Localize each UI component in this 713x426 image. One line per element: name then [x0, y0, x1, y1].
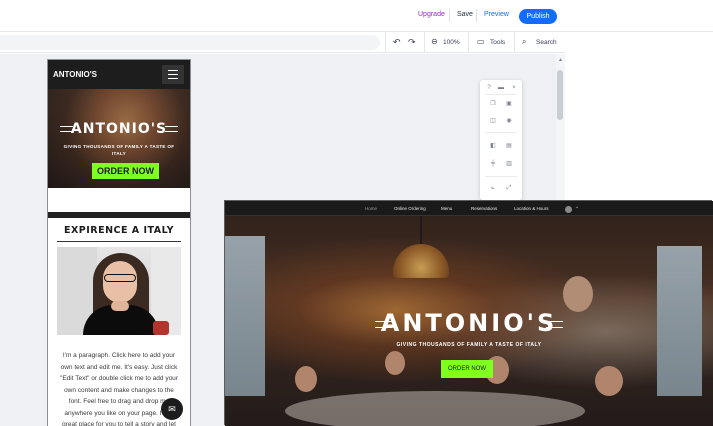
divider: [385, 32, 386, 53]
chat-icon[interactable]: ✉: [161, 398, 183, 420]
tools-button[interactable]: Tools: [490, 38, 505, 48]
mobile-hero: ANTONIO'S GIVING THOUSANDS OF FAMILY A T…: [48, 89, 190, 188]
divider: [57, 241, 181, 242]
url-field[interactable]: [0, 35, 380, 50]
copy-icon[interactable]: ❐: [488, 100, 498, 108]
arrange-icon[interactable]: ◧: [488, 142, 498, 150]
preview-button[interactable]: Preview: [484, 9, 509, 21]
nav-location-hours[interactable]: Location & Hours: [514, 205, 549, 212]
duplicate-icon[interactable]: ◫: [488, 117, 498, 125]
tools-icon[interactable]: ▭: [477, 36, 485, 48]
mobile-preview[interactable]: ANTONIO'S ANTONIO'S GIVING THOUSANDS OF …: [48, 60, 190, 426]
tool-panel: ? ▬ × ❐ ▣ ◫ ◉ ◧ ▤ ╪ ▥ ⟀ ⤢: [480, 80, 522, 200]
top-bar: Upgrade Save Preview Publish: [0, 0, 713, 32]
nav-reservations[interactable]: Reservations: [471, 205, 497, 212]
hamburger-menu-icon[interactable]: [162, 65, 184, 84]
divider: [468, 32, 469, 53]
nav-menu[interactable]: Menu: [441, 205, 452, 212]
zoom-level[interactable]: 100%: [443, 38, 460, 48]
chef-photo[interactable]: [57, 247, 181, 335]
divider: [476, 9, 477, 22]
order-now-button[interactable]: ORDER NOW: [92, 163, 159, 179]
redo-icon[interactable]: ↷: [408, 36, 416, 48]
help-icon[interactable]: ?: [484, 84, 494, 92]
chevron-down-icon[interactable]: ⌄: [575, 204, 579, 210]
desktop-hero: ANTONIO'S GIVING THOUSANDS OF FAMILY A T…: [225, 216, 713, 426]
hide-icon[interactable]: ◉: [504, 117, 514, 125]
dark-band: [48, 212, 190, 218]
hero-subtitle: GIVING THOUSANDS OF FAMILY A TASTE OF IT…: [396, 342, 542, 348]
divider: [514, 32, 515, 53]
paste-icon[interactable]: ▣: [504, 100, 514, 108]
group-icon[interactable]: ▤: [504, 142, 514, 150]
scroll-up-icon[interactable]: ▲: [558, 57, 563, 63]
publish-button[interactable]: Publish: [519, 9, 557, 24]
desktop-nav: Home Online Ordering Menu Reservations L…: [225, 201, 713, 216]
drag-handle-icon[interactable]: ▬: [496, 84, 506, 92]
section-title: EXPIRENCE A ITALY: [63, 225, 175, 236]
undo-icon[interactable]: ↶: [393, 36, 401, 48]
distribute-icon[interactable]: ▥: [504, 160, 514, 168]
rotate-icon[interactable]: ⟀: [488, 184, 498, 192]
divider: [424, 32, 425, 53]
search-icon[interactable]: ⌕: [522, 36, 526, 48]
save-button[interactable]: Save: [457, 9, 473, 21]
search-button[interactable]: Search: [536, 38, 557, 48]
align-icon[interactable]: ╪: [488, 160, 498, 168]
close-icon[interactable]: ×: [509, 84, 519, 92]
user-avatar-icon[interactable]: [565, 206, 572, 213]
hero-title: ANTONIO'S: [380, 309, 558, 337]
divider: [449, 9, 450, 22]
mobile-header: ANTONIO'S: [48, 60, 190, 89]
site-logo[interactable]: ANTONIO'S: [53, 69, 97, 80]
order-now-button[interactable]: ORDER NOW: [441, 360, 493, 378]
upgrade-link[interactable]: Upgrade: [418, 9, 445, 21]
decorative-lines-icon: [546, 321, 563, 328]
nav-home[interactable]: Home: [365, 205, 377, 212]
size-icon[interactable]: ⤢: [504, 184, 514, 192]
scrollbar-thumb[interactable]: [557, 70, 563, 120]
zoom-out-icon[interactable]: ⊖: [431, 36, 438, 48]
nav-online-ordering[interactable]: Online Ordering: [394, 205, 426, 212]
decorative-lines-icon: [165, 126, 178, 132]
editor-window: Upgrade Save Preview Publish ↶ ↷ ⊖ 100% …: [0, 0, 713, 426]
desktop-preview[interactable]: Home Online Ordering Menu Reservations L…: [225, 201, 713, 426]
hero-subtitle: GIVING THOUSANDS OF FAMILY A TASTE OF IT…: [63, 144, 175, 156]
editor-toolbar: ↶ ↷ ⊖ 100% ▭ Tools ⌕ Search: [0, 32, 565, 53]
